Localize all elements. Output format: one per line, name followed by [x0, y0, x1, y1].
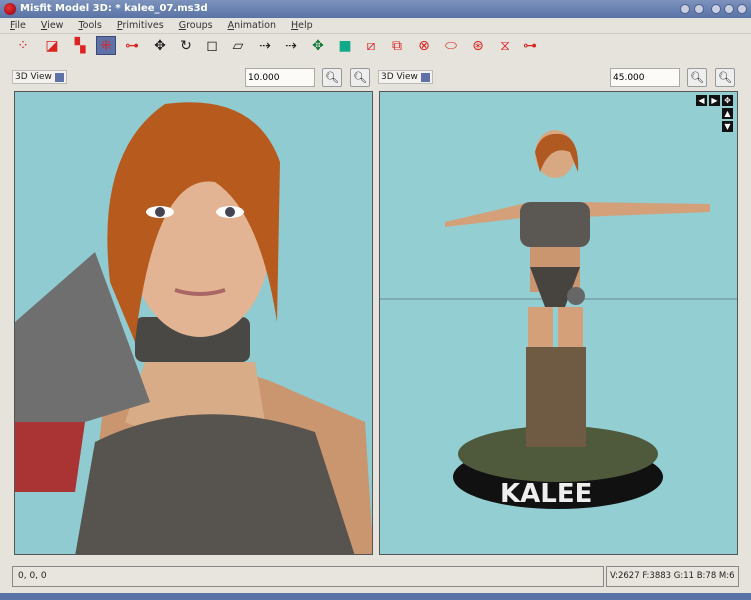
left-viewport[interactable] — [14, 91, 373, 555]
attach-icon[interactable]: ⇢ — [281, 36, 301, 55]
toolbar: ⁘ ◪ ▚ ⁜ ⊶ ✥ ↻ ◻ ▱ ⇢ ⇢ ✥ ■ ⧄ ⧉ ⊗ ⬭ ⊛ ⧖ ⊶ — [0, 33, 751, 55]
torus-icon[interactable]: ⊛ — [468, 36, 488, 55]
rotate-icon[interactable]: ↻ — [176, 36, 196, 55]
extrude-icon[interactable]: ⇢ — [255, 36, 275, 55]
close-button[interactable] — [737, 4, 747, 14]
view-mode-label: 3D View — [381, 72, 418, 82]
menu-file[interactable]: File — [10, 18, 26, 33]
sticky-button[interactable] — [694, 4, 704, 14]
dropdown-arrow-icon — [420, 72, 430, 82]
view-mode-label: 3D View — [15, 72, 52, 82]
model-stats-status: V:2627 F:3883 G:11 B:78 M:6 — [606, 566, 739, 587]
pan-left-icon[interactable]: ◀ — [696, 95, 707, 106]
shade-button[interactable] — [680, 4, 690, 14]
window-bottom-border — [0, 593, 751, 600]
rectangle-icon[interactable]: ⧄ — [361, 36, 381, 55]
title-bar: Misfit Model 3D: * kalee_07.ms3d — [0, 0, 751, 18]
menu-view[interactable]: View — [41, 18, 64, 33]
right-viewport[interactable]: ◀ ▶ ✥ ▲ ▼ KALEE — [379, 91, 738, 555]
apply-projection-icon[interactable]: ■ — [335, 36, 355, 55]
select-connected-icon[interactable]: ▚ — [70, 36, 90, 55]
right-view-select[interactable]: 3D View — [378, 70, 433, 84]
maximize-button[interactable] — [724, 4, 734, 14]
menu-animation[interactable]: Animation — [228, 18, 276, 33]
shear-icon[interactable]: ▱ — [228, 36, 248, 55]
scale-icon[interactable]: ◻ — [202, 36, 222, 55]
ellipsoid-icon[interactable]: ⊗ — [414, 36, 434, 55]
right-zoom-out-button[interactable]: 🔍︎ — [715, 68, 735, 87]
left-zoom-in-button[interactable]: 🔍︎ — [322, 68, 342, 87]
right-zoom-in-button[interactable]: 🔍︎ — [687, 68, 707, 87]
menu-help[interactable]: Help — [291, 18, 313, 33]
menu-tools[interactable]: Tools — [78, 18, 101, 33]
select-groups-icon[interactable]: ⁜ — [96, 36, 116, 55]
left-zoom-input[interactable] — [245, 68, 315, 87]
left-view-header: 3D View 🔍︎ 🔍︎ — [0, 68, 375, 88]
coordinates-status: 0, 0, 0 — [12, 566, 604, 587]
minimize-button[interactable] — [711, 4, 721, 14]
menu-groups[interactable]: Groups — [179, 18, 213, 33]
menu-bar: File View Tools Primitives Groups Animat… — [0, 18, 751, 33]
right-zoom-input[interactable] — [610, 68, 680, 87]
dropdown-arrow-icon — [54, 72, 64, 82]
right-view-header: 3D View 🔍︎ 🔍︎ — [375, 68, 751, 88]
pan-right-icon[interactable]: ▶ — [709, 95, 720, 106]
base-label: KALEE — [500, 479, 592, 509]
cube-icon[interactable]: ⧉ — [387, 36, 407, 55]
pan-all-icon[interactable]: ✥ — [722, 95, 733, 106]
drag-vertex-icon[interactable]: ✥ — [308, 36, 328, 55]
menu-primitives[interactable]: Primitives — [117, 18, 164, 33]
select-vertices-icon[interactable]: ⁘ — [13, 36, 33, 55]
left-view-select[interactable]: 3D View — [12, 70, 67, 84]
model-full-view: KALEE — [380, 130, 737, 509]
select-bones-icon[interactable]: ⊶ — [122, 36, 142, 55]
app-icon — [4, 3, 16, 15]
joint-icon[interactable]: ⊶ — [520, 36, 540, 55]
polygon-icon[interactable]: ⧖ — [495, 36, 515, 55]
cylinder-icon[interactable]: ⬭ — [441, 36, 461, 55]
left-zoom-out-button[interactable]: 🔍︎ — [350, 68, 370, 87]
model-closeup — [15, 102, 372, 554]
window-title: Misfit Model 3D: * kalee_07.ms3d — [20, 3, 208, 14]
pan-down-icon[interactable]: ▼ — [722, 121, 733, 132]
select-faces-icon[interactable]: ◪ — [42, 36, 62, 55]
move-icon[interactable]: ✥ — [150, 36, 170, 55]
pan-up-icon[interactable]: ▲ — [722, 108, 733, 119]
